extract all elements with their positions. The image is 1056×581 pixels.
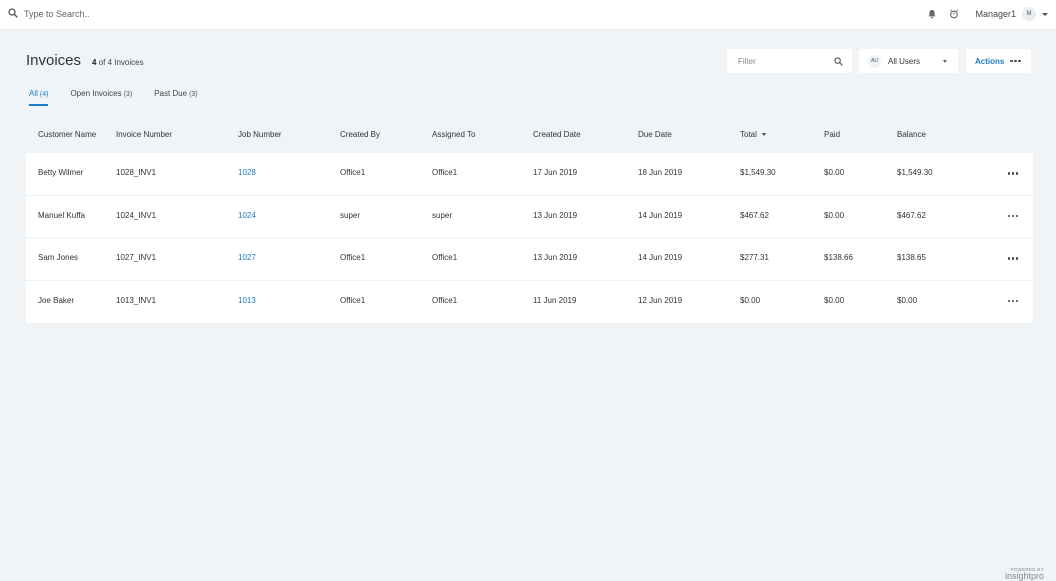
more-horizontal-icon[interactable] [1007, 172, 1018, 175]
column-header-created-by[interactable]: Created By [340, 130, 380, 139]
cell-paid: $0.00 [824, 210, 845, 220]
column-header-balance[interactable]: Balance [897, 130, 926, 139]
cell-created-date: 11 Jun 2019 [533, 295, 577, 305]
powered-by-logo: POWERED BY insightpro [1005, 567, 1044, 581]
avatar[interactable]: M [1022, 7, 1036, 21]
cell-invoice-number: 1028_INV1 [116, 168, 157, 177]
filter-field [727, 49, 852, 73]
cell-balance: $0.00 [897, 295, 918, 305]
column-header-assigned-to[interactable]: Assigned To [432, 130, 475, 139]
cell-invoice-number: 1027_INV1 [116, 253, 157, 262]
cell-customer-name: Joe Baker [38, 295, 75, 305]
search-icon[interactable] [834, 57, 843, 66]
more-horizontal-icon[interactable] [1007, 299, 1018, 302]
column-header-customer-name[interactable]: Customer Name [38, 130, 96, 139]
column-header-total-label: Total [740, 130, 757, 139]
cell-job-number-link[interactable]: 1028 [238, 168, 256, 177]
cell-total: $0.00 [740, 295, 761, 305]
cell-invoice-number: 1024_INV1 [116, 210, 157, 220]
cell-job-number-link[interactable]: 1013 [238, 296, 256, 305]
cell-total: $1,549.30 [740, 168, 776, 177]
cell-paid: $138.66 [824, 253, 853, 262]
cell-due-date: 12 Jun 2019 [638, 295, 683, 305]
search-input[interactable] [24, 9, 224, 19]
tab-count: (3) [123, 91, 133, 98]
column-header-paid[interactable]: Paid [824, 130, 840, 139]
cell-created-by: Office1 [340, 253, 366, 262]
invoice-table: Betty Wilmer 1028_INV1 1028 Office1 Offi… [26, 153, 1033, 323]
cell-assigned-to: Office1 [432, 168, 458, 177]
global-search [8, 7, 224, 21]
more-horizontal-icon[interactable] [1007, 214, 1018, 217]
cell-due-date: 18 Jun 2019 [638, 168, 683, 177]
tab-label: Past Due [154, 89, 188, 98]
cell-created-by: Office1 [340, 168, 366, 177]
top-bar: Manager1 M [0, 0, 1056, 30]
page-title: Invoices [26, 52, 82, 69]
user-name[interactable]: Manager1 [975, 9, 1016, 19]
cell-customer-name: Sam Jones [38, 253, 79, 262]
cell-balance: $138.65 [897, 253, 926, 262]
cell-paid: $0.00 [824, 168, 845, 177]
cell-assigned-to: Office1 [432, 295, 458, 305]
table-row[interactable]: Sam Jones 1027_INV1 1027 Office1 Office1… [26, 238, 1033, 281]
bell-icon[interactable] [927, 9, 937, 19]
cell-customer-name: Manuel Kuffa [38, 210, 85, 220]
tab-label: Open Invoices [70, 89, 122, 98]
cell-created-date: 13 Jun 2019 [533, 253, 578, 262]
tab-count: (3) [189, 91, 198, 98]
table-row[interactable]: Manuel Kuffa 1024_INV1 1024 super super … [26, 196, 1033, 238]
sort-descending-icon [761, 133, 766, 137]
users-select-label: All Users [888, 56, 921, 66]
cell-assigned-to: super [432, 210, 453, 220]
column-header-due-date[interactable]: Due Date [638, 130, 672, 139]
tab-all[interactable]: All (4) [29, 89, 49, 106]
table-header: Customer Name Invoice Number Job Number … [26, 130, 1033, 144]
tab-past-due[interactable]: Past Due (3) [154, 89, 197, 106]
invoice-count-total: of 4 Invoices [96, 58, 144, 67]
cell-created-by: super [340, 210, 361, 220]
users-badge: AU [868, 54, 881, 68]
column-header-invoice-number[interactable]: Invoice Number [116, 130, 172, 139]
column-header-job-number[interactable]: Job Number [238, 130, 282, 139]
users-select[interactable]: AU All Users [859, 49, 958, 73]
column-header-total[interactable]: Total [740, 130, 766, 139]
column-header-created-date[interactable]: Created Date [533, 130, 581, 139]
cell-total: $467.62 [740, 210, 769, 220]
more-horizontal-icon [1010, 59, 1021, 63]
invoice-count: 4 of 4 Invoices [92, 58, 144, 67]
cell-balance: $1,549.30 [897, 168, 933, 177]
chevron-down-icon[interactable] [1042, 12, 1048, 16]
brand-name: insightpro [1004, 571, 1044, 581]
alarm-clock-icon[interactable] [949, 9, 959, 19]
chevron-down-icon [943, 60, 947, 63]
tab-open-invoices[interactable]: Open Invoices (3) [70, 89, 132, 106]
invoice-tabs: All (4) Open Invoices (3) Past Due (3) [29, 89, 220, 107]
cell-created-by: Office1 [340, 295, 366, 305]
cell-job-number-link[interactable]: 1024 [238, 211, 256, 220]
search-icon[interactable] [8, 5, 18, 23]
cell-due-date: 14 Jun 2019 [638, 253, 683, 262]
table-row[interactable]: Joe Baker 1013_INV1 1013 Office1 Office1… [26, 281, 1033, 324]
cell-invoice-number: 1013_INV1 [116, 295, 157, 305]
cell-assigned-to: Office1 [432, 253, 458, 262]
actions-button[interactable]: Actions [966, 49, 1031, 73]
cell-created-date: 17 Jun 2019 [533, 168, 578, 177]
cell-paid: $0.00 [824, 295, 845, 305]
cell-customer-name: Betty Wilmer [38, 168, 84, 177]
cell-created-date: 13 Jun 2019 [533, 210, 578, 220]
more-horizontal-icon[interactable] [1007, 257, 1018, 260]
tab-label: All [29, 89, 38, 98]
cell-total: $277.31 [740, 253, 769, 262]
tab-count: (4) [39, 91, 49, 98]
filter-input[interactable] [738, 56, 828, 66]
actions-label: Actions [975, 56, 1005, 66]
cell-job-number-link[interactable]: 1027 [238, 253, 256, 262]
user-area: Manager1 M [927, 6, 1048, 22]
cell-due-date: 14 Jun 2019 [638, 210, 683, 220]
table-row[interactable]: Betty Wilmer 1028_INV1 1028 Office1 Offi… [26, 153, 1033, 196]
cell-balance: $467.62 [897, 210, 926, 220]
